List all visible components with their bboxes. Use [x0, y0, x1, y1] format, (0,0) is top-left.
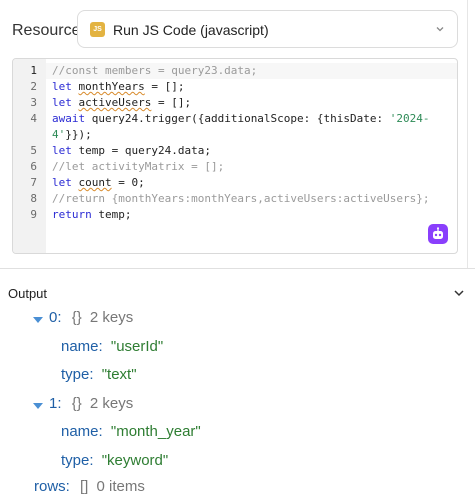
code-line: let monthYears = []; [52, 80, 185, 93]
tree-leaf: name: "userId" [61, 338, 163, 362]
line-number: 4 [30, 112, 37, 125]
line-number-gutter: 1 2 3 4 5 6 7 8 9 [13, 59, 46, 253]
js-icon: JS [90, 22, 105, 37]
line-number: 2 [30, 80, 37, 93]
resource-value: Run JS Code (javascript) [113, 22, 269, 38]
code-line: await query24.trigger({additionalScope: … [52, 112, 430, 125]
code-line: let count = 0; [52, 176, 145, 189]
query-editor-panel: Resource JS Run JS Code (javascript) 1 2… [0, 0, 475, 268]
code-line: //let activityMatrix = []; [52, 160, 225, 173]
robot-icon [433, 227, 443, 239]
field-key: name: [61, 338, 103, 355]
line-number: 1 [30, 64, 37, 77]
field-key: type: [61, 366, 94, 383]
line-number: 5 [30, 144, 37, 157]
array-icon: [] [80, 478, 89, 495]
code-line: //return {monthYears:monthYears,activeUs… [52, 192, 430, 205]
code-line: //const members = query23.data; [52, 64, 258, 77]
line-number: 6 [30, 160, 37, 173]
tree-node-rows[interactable]: rows: [] 0 items [34, 478, 145, 500]
caret-down-icon[interactable] [32, 401, 44, 411]
line-number: 3 [30, 96, 37, 109]
tree-leaf: name: "month_year" [61, 423, 201, 447]
code-line: let activeUsers = []; [52, 96, 192, 109]
field-value: "text" [101, 366, 137, 383]
panel-divider [467, 0, 468, 268]
tree-node-item-0[interactable]: 0: {} 2 keys [32, 309, 133, 333]
node-count: 2 keys [89, 395, 134, 412]
chevron-down-icon [436, 25, 444, 33]
field-value: "month_year" [110, 423, 201, 440]
object-icon: {} [71, 395, 82, 412]
caret-down-icon[interactable] [32, 315, 44, 325]
ai-assist-button[interactable] [428, 224, 448, 244]
code-line: 4'}}); [52, 128, 92, 141]
field-value: "userId" [110, 338, 164, 355]
output-title: Output [8, 286, 48, 301]
node-key: rows: [34, 478, 70, 495]
field-key: name: [61, 423, 103, 440]
node-count: 0 items [96, 478, 145, 495]
line-number: 7 [30, 176, 37, 189]
code-line: let temp = query24.data; [52, 144, 211, 157]
line-number: 9 [30, 208, 37, 221]
code-line: return temp; [52, 208, 132, 221]
chevron-down-icon[interactable] [453, 287, 465, 299]
node-index: 1: [49, 395, 62, 412]
tree-leaf: type: "keyword" [61, 452, 168, 476]
field-key: type: [61, 452, 94, 469]
code-editor[interactable]: 1 2 3 4 5 6 7 8 9 //const members = quer… [12, 58, 458, 254]
line-number: 8 [30, 192, 37, 205]
tree-leaf: type: "text" [61, 366, 137, 390]
node-count: 2 keys [89, 309, 134, 326]
tree-node-item-1[interactable]: 1: {} 2 keys [32, 395, 133, 419]
object-icon: {} [71, 309, 82, 326]
resource-select[interactable]: JS Run JS Code (javascript) [77, 10, 458, 48]
field-value: "keyword" [101, 452, 169, 469]
node-index: 0: [49, 309, 62, 326]
resource-label: Resource [12, 22, 81, 39]
